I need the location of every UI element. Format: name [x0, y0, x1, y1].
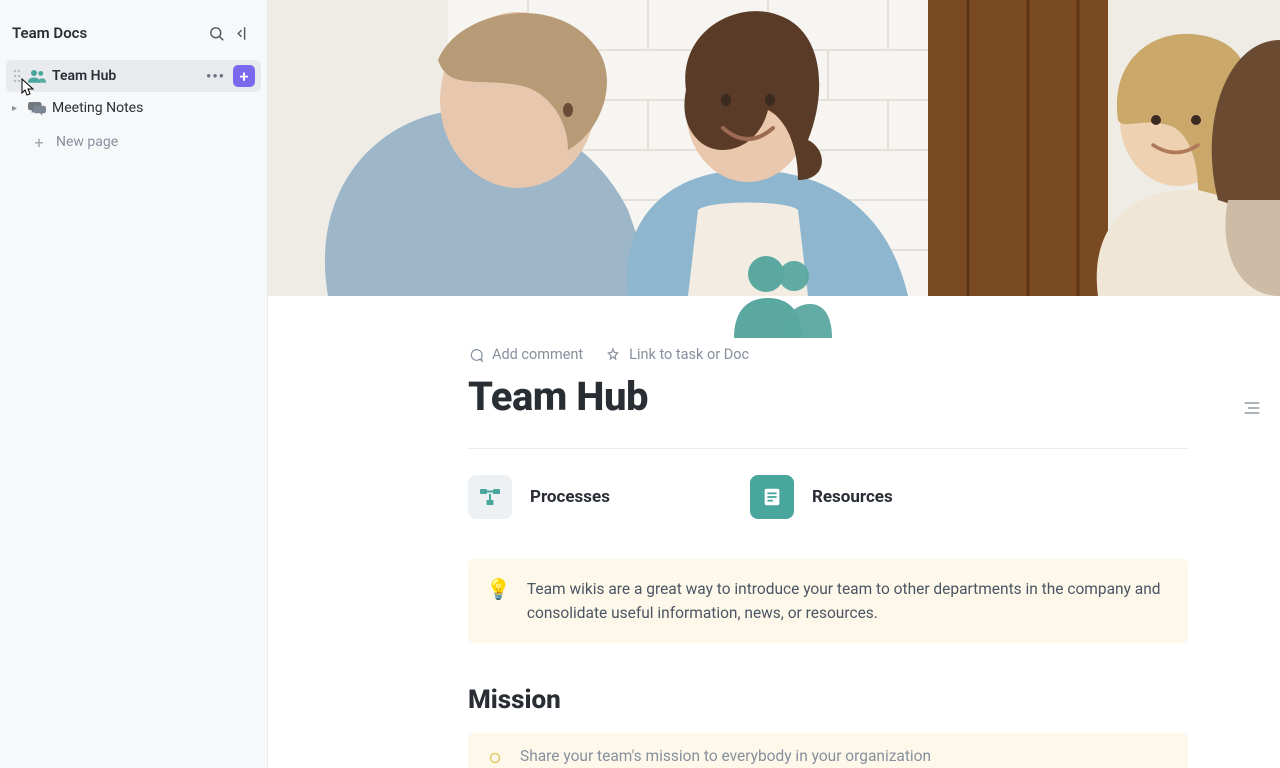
- search-icon[interactable]: [203, 20, 229, 46]
- main-content: Add comment Link to task or Doc Team Hub: [268, 0, 1280, 768]
- team-icon: [28, 67, 46, 85]
- collapse-sidebar-icon[interactable]: [229, 20, 255, 46]
- sparkle-icon: [486, 749, 504, 768]
- expand-caret-icon[interactable]: ▸: [12, 103, 22, 114]
- mission-heading[interactable]: Mission: [468, 685, 1188, 715]
- tip-callout: 💡 Team wikis are a great way to introduc…: [468, 559, 1188, 643]
- more-options-icon[interactable]: •••: [204, 67, 227, 85]
- drag-handle-icon[interactable]: [12, 69, 22, 83]
- doc-body: Add comment Link to task or Doc Team Hub: [268, 296, 1280, 768]
- doc-action-bar: Add comment Link to task or Doc: [468, 346, 1188, 363]
- section-label: Processes: [530, 487, 610, 507]
- add-comment-button[interactable]: Add comment: [468, 346, 583, 363]
- section-links: Processes Resources: [468, 475, 1188, 519]
- mission-placeholder: Share your team's mission to everybody i…: [520, 747, 931, 768]
- sidebar-item-label: Meeting Notes: [52, 100, 255, 116]
- new-page-label: New page: [56, 134, 118, 150]
- sidebar-item-label: Team Hub: [52, 68, 198, 84]
- sidebar: Team Docs Team Hub ••• +: [0, 0, 268, 768]
- sidebar-item-meeting-notes[interactable]: ▸ Meeting Notes: [6, 92, 261, 124]
- new-page-button[interactable]: + New page: [6, 126, 261, 158]
- sidebar-header: Team Docs: [0, 12, 267, 60]
- add-comment-label: Add comment: [492, 346, 583, 363]
- doc-title[interactable]: Team Hub: [468, 373, 1188, 420]
- resources-icon: [750, 475, 794, 519]
- section-link-processes[interactable]: Processes: [468, 475, 610, 519]
- mission-callout[interactable]: Share your team's mission to everybody i…: [468, 733, 1188, 768]
- tip-text: Team wikis are a great way to introduce …: [527, 577, 1166, 625]
- section-label: Resources: [812, 487, 893, 507]
- sidebar-item-team-hub[interactable]: Team Hub ••• +: [6, 60, 261, 92]
- sidebar-nav: Team Hub ••• + ▸ Meeting Notes: [0, 60, 267, 124]
- processes-icon: [468, 475, 512, 519]
- sidebar-title: Team Docs: [12, 24, 203, 42]
- link-task-label: Link to task or Doc: [629, 346, 749, 363]
- plus-icon: +: [32, 133, 46, 152]
- link-task-button[interactable]: Link to task or Doc: [605, 346, 749, 363]
- add-subpage-button[interactable]: +: [233, 65, 255, 87]
- section-link-resources[interactable]: Resources: [750, 475, 893, 519]
- page-emoji-icon[interactable]: [728, 250, 838, 340]
- lightbulb-icon: 💡: [486, 579, 511, 625]
- chat-icon: [28, 99, 46, 117]
- divider: [468, 448, 1188, 449]
- table-of-contents-icon[interactable]: [1242, 398, 1262, 422]
